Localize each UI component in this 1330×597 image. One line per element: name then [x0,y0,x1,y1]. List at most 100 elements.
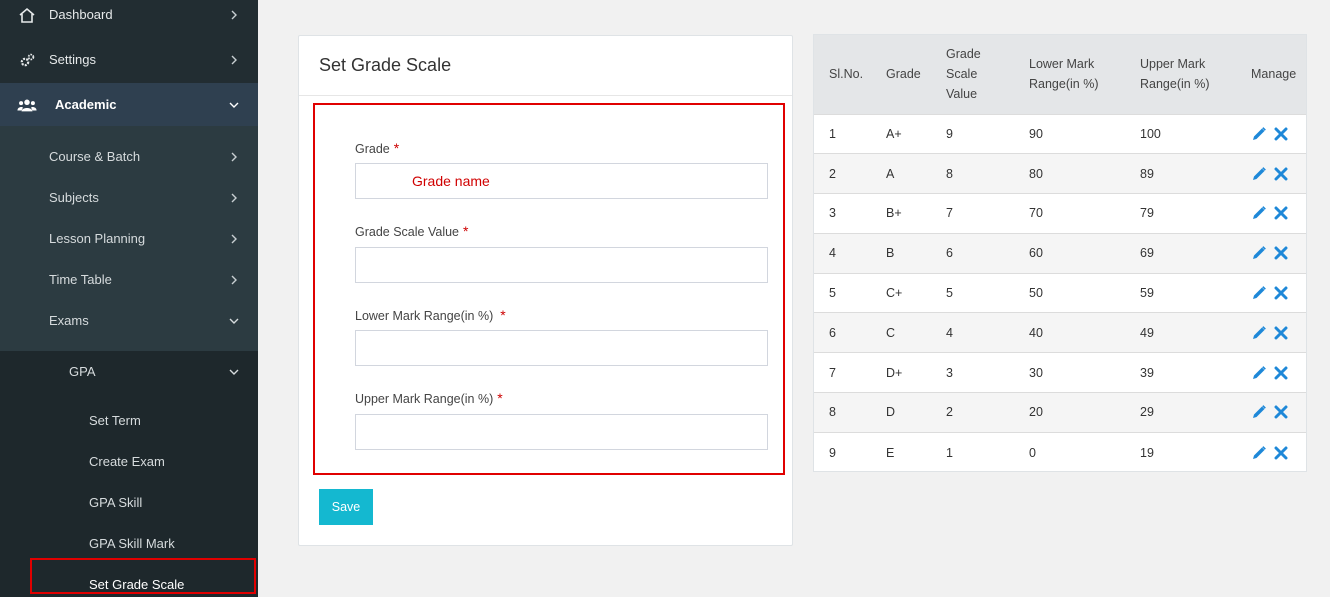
cell-manage [1236,233,1306,273]
grade-scale-input[interactable] [355,247,768,283]
cell-upper-mark: 69 [1140,246,1154,261]
sidebar-item-time-table[interactable]: Time Table [0,259,258,300]
cell-upper-mark: 19 [1140,445,1154,460]
upper-mark-label-text: Upper Mark Range(in %) [355,392,494,406]
sidebar-item-set-grade-scale[interactable]: Set Grade Scale [0,564,258,597]
cell-grade: B [886,246,895,261]
col-header-upper-mark: Upper Mark Range(in %) [1140,57,1210,92]
sidebar-item-create-exam[interactable]: Create Exam [0,441,258,482]
cell-lower-mark: 70 [1029,206,1043,221]
delete-x-icon[interactable] [1273,365,1289,381]
table-row: 4 B 6 60 69 [814,233,1306,274]
cell-grade: A [886,166,895,181]
sidebar-item-subjects[interactable]: Subjects [0,177,258,218]
delete-x-icon[interactable] [1273,445,1289,461]
edit-pencil-icon[interactable] [1251,245,1267,261]
upper-mark-input[interactable] [355,414,768,450]
grade-label: Grade * [355,140,399,156]
cell-grade-scale: 7 [946,206,953,221]
delete-x-icon[interactable] [1273,126,1289,142]
cell-grade-scale: 5 [946,286,953,301]
required-mark: * [393,140,400,156]
cell-sl-no: 4 [829,246,836,261]
cell-upper-mark: 49 [1140,325,1154,340]
col-header-grade: Grade [886,67,921,82]
table-row: 5 C+ 5 50 59 [814,273,1306,313]
required-mark: * [497,390,503,406]
required-mark: * [500,307,506,323]
cell-grade-scale: 9 [946,126,953,141]
chevron-right-icon [229,152,239,162]
cell-grade-scale: 6 [946,246,953,261]
cell-lower-mark: 80 [1029,166,1043,181]
sidebar-item-academic[interactable]: Academic [0,83,258,126]
cell-grade-scale: 1 [946,445,953,460]
sidebar-item-course-batch[interactable]: Course & Batch [0,136,258,177]
cell-sl-no: 2 [829,166,836,181]
manage-actions [1251,325,1306,341]
cell-manage [1236,194,1306,234]
grade-scale-label: Grade Scale Value * [355,223,468,239]
grade-label-text: Grade [355,142,390,156]
cell-sl-no: 5 [829,286,836,301]
sidebar-item-gpa-skill[interactable]: GPA Skill [0,482,258,523]
delete-x-icon[interactable] [1273,205,1289,221]
cell-grade: C+ [886,286,903,301]
required-mark: * [463,223,469,239]
cell-lower-mark: 0 [1029,445,1036,460]
save-button[interactable]: Save [319,489,373,525]
cell-grade: B+ [886,206,902,221]
gpa-submenu: GPA Set Term Create Exam GPA Skill GPA S… [0,351,258,597]
chevron-right-icon [229,275,239,285]
sidebar-item-gpa[interactable]: GPA [0,351,258,392]
edit-pencil-icon[interactable] [1251,285,1267,301]
delete-x-icon[interactable] [1273,404,1289,420]
edit-pencil-icon[interactable] [1251,404,1267,420]
chevron-right-icon [229,193,239,203]
cell-grade: E [886,445,895,460]
manage-actions [1251,126,1306,142]
chevron-down-icon [229,367,239,377]
sidebar-item-lesson-planning[interactable]: Lesson Planning [0,218,258,259]
cell-grade-scale: 8 [946,166,953,181]
table-row: 9 E 1 0 19 [814,432,1306,472]
delete-x-icon[interactable] [1273,285,1289,301]
cell-upper-mark: 29 [1140,405,1154,420]
lower-mark-input[interactable] [355,330,768,366]
manage-actions [1251,166,1306,182]
cell-lower-mark: 50 [1029,286,1043,301]
panel-title: Set Grade Scale [299,36,792,96]
sidebar-item-exams[interactable]: Exams [0,300,258,341]
delete-x-icon[interactable] [1273,245,1289,261]
edit-pencil-icon[interactable] [1251,365,1267,381]
cell-grade: A+ [886,126,902,141]
chevron-right-icon [229,234,239,244]
edit-pencil-icon[interactable] [1251,445,1267,461]
cell-sl-no: 6 [829,325,836,340]
sidebar-item-gpa-skill-mark[interactable]: GPA Skill Mark [0,523,258,564]
delete-x-icon[interactable] [1273,325,1289,341]
cell-manage [1236,393,1306,433]
cell-sl-no: 8 [829,405,836,420]
sidebar-item-label: Set Grade Scale [89,577,185,592]
grade-input[interactable] [355,163,768,199]
col-header-grade-scale: Grade Scale Value [946,47,981,102]
delete-x-icon[interactable] [1273,166,1289,182]
edit-pencil-icon[interactable] [1251,126,1267,142]
cell-sl-no: 3 [829,206,836,221]
edit-pencil-icon[interactable] [1251,166,1267,182]
cell-grade-scale: 2 [946,405,953,420]
sidebar-item-set-term[interactable]: Set Term [0,400,258,441]
sidebar-item-settings[interactable]: Settings [0,39,258,80]
cell-upper-mark: 79 [1140,206,1154,221]
manage-actions [1251,285,1306,301]
col-header-sl-no: Sl.No. [829,67,864,82]
chevron-right-icon [229,55,239,65]
cell-grade: D [886,405,896,420]
cell-upper-mark: 39 [1140,365,1154,380]
sidebar-item-dashboard[interactable]: Dashboard [0,0,258,35]
sidebar-item-label: Settings [49,52,96,67]
users-icon [17,95,37,115]
edit-pencil-icon[interactable] [1251,205,1267,221]
edit-pencil-icon[interactable] [1251,325,1267,341]
